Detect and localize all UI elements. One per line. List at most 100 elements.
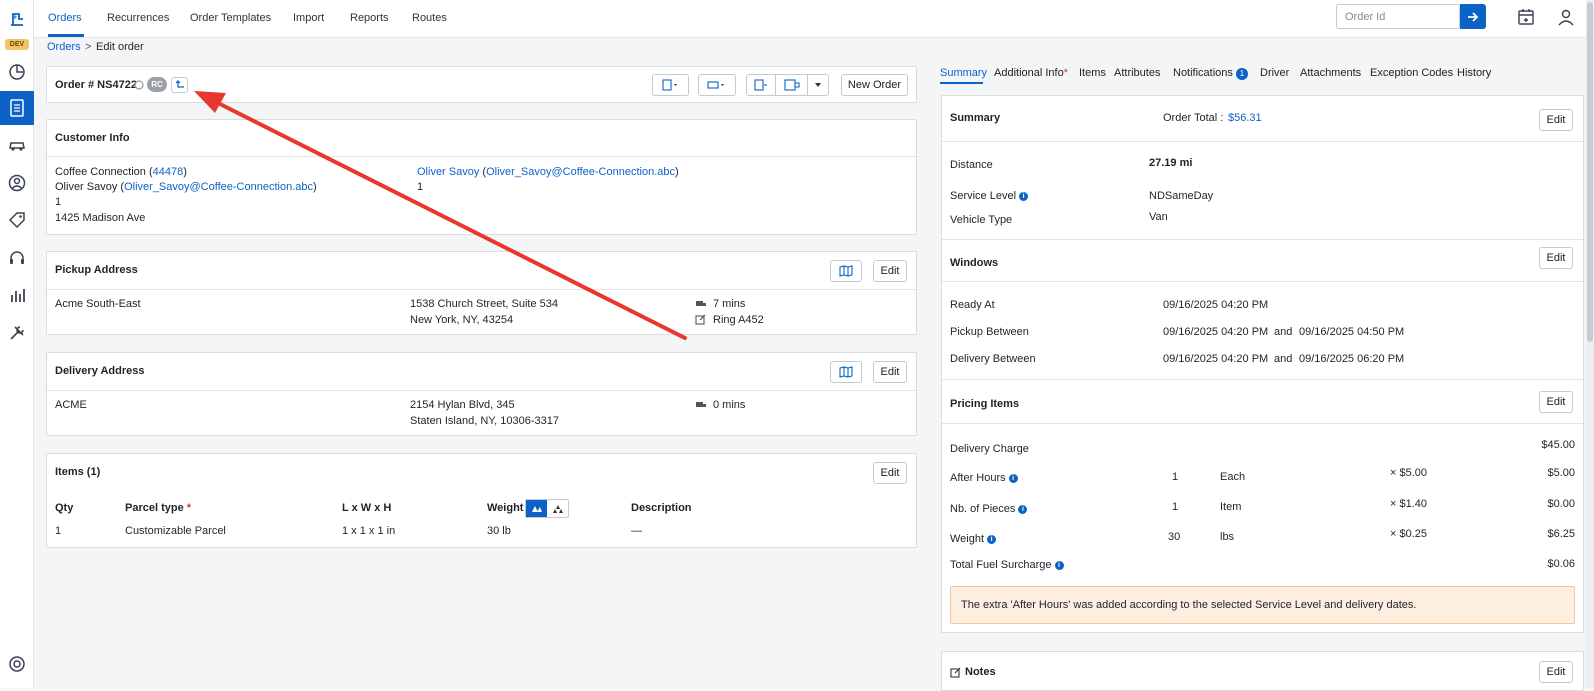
tab-summary[interactable]: Summary (940, 67, 987, 79)
items-edit-button[interactable]: Edit (873, 462, 907, 484)
tab-driver[interactable]: Driver (1260, 67, 1289, 79)
windows-edit-button[interactable]: Edit (1539, 247, 1573, 269)
customer-info-panel: Customer Info Coffee Connection (44478) … (46, 119, 917, 235)
requester-email-link[interactable]: Oliver_Savoy@Coffee-Connection.abc (486, 166, 675, 178)
return-order-button[interactable] (171, 77, 188, 93)
info-icon[interactable]: i (1054, 560, 1064, 570)
new-order-button[interactable]: New Order (841, 74, 908, 96)
pickup-address2: New York, NY, 43254 (410, 314, 514, 326)
tab-attributes[interactable]: Attributes (1114, 67, 1160, 79)
service-level-label: Service Level i (950, 190, 1029, 202)
pricing-header: Pricing Items (950, 398, 1020, 410)
info-icon[interactable]: i (1019, 191, 1029, 201)
pricing-row-qty: 1 (1172, 501, 1179, 513)
delivery-between-label: Delivery Between (950, 353, 1036, 365)
summary-edit-button[interactable]: Edit (1539, 109, 1573, 131)
order-title: Order # NS4722 (55, 79, 137, 91)
truck-wait-icon (695, 299, 707, 312)
weight-mode-toggle[interactable] (525, 499, 569, 518)
nav-tab-routes[interactable]: Routes (412, 12, 447, 24)
arrow-right-icon (1468, 11, 1479, 22)
return-arrow-icon (175, 80, 184, 88)
tab-attachments[interactable]: Attachments (1300, 67, 1361, 79)
headset-icon[interactable] (0, 241, 34, 275)
pickup-header: Pickup Address (55, 264, 138, 276)
help-lifebuoy-icon[interactable] (0, 647, 34, 681)
analytics-icon[interactable] (0, 278, 34, 312)
tab-exception-codes[interactable]: Exception Codes (1370, 67, 1453, 79)
item-description: — (631, 525, 642, 537)
pricing-row-unit: lbs (1220, 531, 1235, 543)
service-level-value: NDSameDay (1149, 190, 1214, 202)
vehicle-type-label: Vehicle Type (950, 214, 1013, 226)
ready-at-label: Ready At (950, 299, 995, 311)
vehicle-icon[interactable] (0, 128, 34, 162)
order-id-search-input[interactable]: Order Id (1336, 4, 1460, 29)
pricing-row-qty: 1 (1172, 471, 1179, 483)
dispatch-button[interactable] (746, 74, 776, 96)
delivery-address2: Staten Island, NY, 10306-3317 (410, 415, 560, 427)
scrollbar-thumb[interactable] (1587, 2, 1593, 342)
chevron-down-icon (815, 83, 821, 87)
user-icon[interactable] (0, 166, 34, 200)
dashboard-icon[interactable] (0, 55, 34, 89)
tab-history[interactable]: History (1457, 67, 1491, 79)
delivery-address-panel: Delivery Address Edit ACME 2154 Hylan Bl… (46, 352, 917, 436)
contact-name: Oliver Savoy (55, 181, 118, 193)
info-icon[interactable]: i (1008, 473, 1018, 483)
info-icon[interactable]: i (1018, 504, 1028, 514)
customer-contact-line: Oliver Savoy (Oliver_Savoy@Coffee-Connec… (55, 181, 317, 193)
weight-total-icon[interactable] (547, 500, 568, 517)
delivery-address1: 2154 Hylan Blvd, 345 (410, 399, 515, 411)
nav-tab-import[interactable]: Import (293, 12, 324, 24)
search-go-button[interactable] (1460, 4, 1486, 29)
delivery-charge-value: $45.00 (1541, 439, 1575, 451)
requester-name-link[interactable]: Oliver Savoy (417, 166, 479, 178)
delivery-edit-button[interactable]: Edit (873, 361, 907, 383)
contact-email-link[interactable]: Oliver_Savoy@Coffee-Connection.abc (124, 181, 313, 193)
nav-tab-orders[interactable]: Orders (48, 12, 82, 24)
customer-id-link[interactable]: 44478 (153, 166, 184, 178)
tab-additional-info[interactable]: Additional Info* (994, 67, 1068, 79)
map-icon (839, 265, 853, 277)
delivery-header: Delivery Address (55, 365, 145, 377)
notification-count-badge: 1 (1235, 68, 1248, 80)
orders-nav-icon[interactable] (0, 91, 34, 125)
pricing-row-amount: $0.00 (1547, 498, 1575, 510)
tag-icon[interactable] (0, 203, 34, 237)
tab-notifications[interactable]: Notifications 1 (1173, 67, 1248, 80)
summary-panel: Summary Order Total : $56.31 Edit Distan… (941, 95, 1584, 633)
more-actions-dropdown[interactable] (807, 74, 829, 96)
nav-tab-order-templates[interactable]: Order Templates (190, 12, 271, 24)
summary-tab-indicator (940, 82, 983, 84)
order-total-value[interactable]: $56.31 (1228, 112, 1262, 124)
notes-edit-button[interactable]: Edit (1539, 661, 1573, 683)
nav-tab-recurrences[interactable]: Recurrences (107, 12, 169, 24)
items-header: Items (1) (55, 466, 101, 478)
pricing-row-amount: $5.00 (1547, 467, 1575, 479)
delivery-map-button[interactable] (830, 361, 862, 383)
print-menu-button[interactable] (698, 74, 736, 96)
customer-company-line: Coffee Connection (44478) (55, 166, 187, 178)
customer-line3: 1 (55, 196, 62, 208)
pickup-map-button[interactable] (830, 260, 862, 282)
pricing-row-unit: Item (1220, 501, 1242, 513)
profile-icon[interactable] (1557, 8, 1575, 29)
tab-items[interactable]: Items (1079, 67, 1106, 79)
document-menu-button[interactable] (652, 74, 689, 96)
tools-icon[interactable] (0, 316, 34, 350)
nav-tab-reports[interactable]: Reports (350, 12, 389, 24)
pickup-edit-button[interactable]: Edit (873, 260, 907, 282)
pickup-between-label: Pickup Between (950, 326, 1029, 338)
calendar-add-icon[interactable] (1517, 8, 1535, 29)
pricing-edit-button[interactable]: Edit (1539, 391, 1573, 413)
app-logo-icon[interactable] (0, 2, 34, 36)
weight-per-item-icon[interactable] (526, 500, 547, 517)
distance-value: 27.19 mi (1149, 157, 1193, 169)
top-navigation: Orders Recurrences Order Templates Impor… (34, 0, 1594, 38)
col-qty: Qty (55, 502, 74, 514)
assign-button[interactable] (775, 74, 808, 96)
info-icon[interactable]: i (987, 534, 997, 544)
breadcrumb-orders-link[interactable]: Orders (47, 41, 81, 53)
col-description: Description (631, 502, 692, 514)
